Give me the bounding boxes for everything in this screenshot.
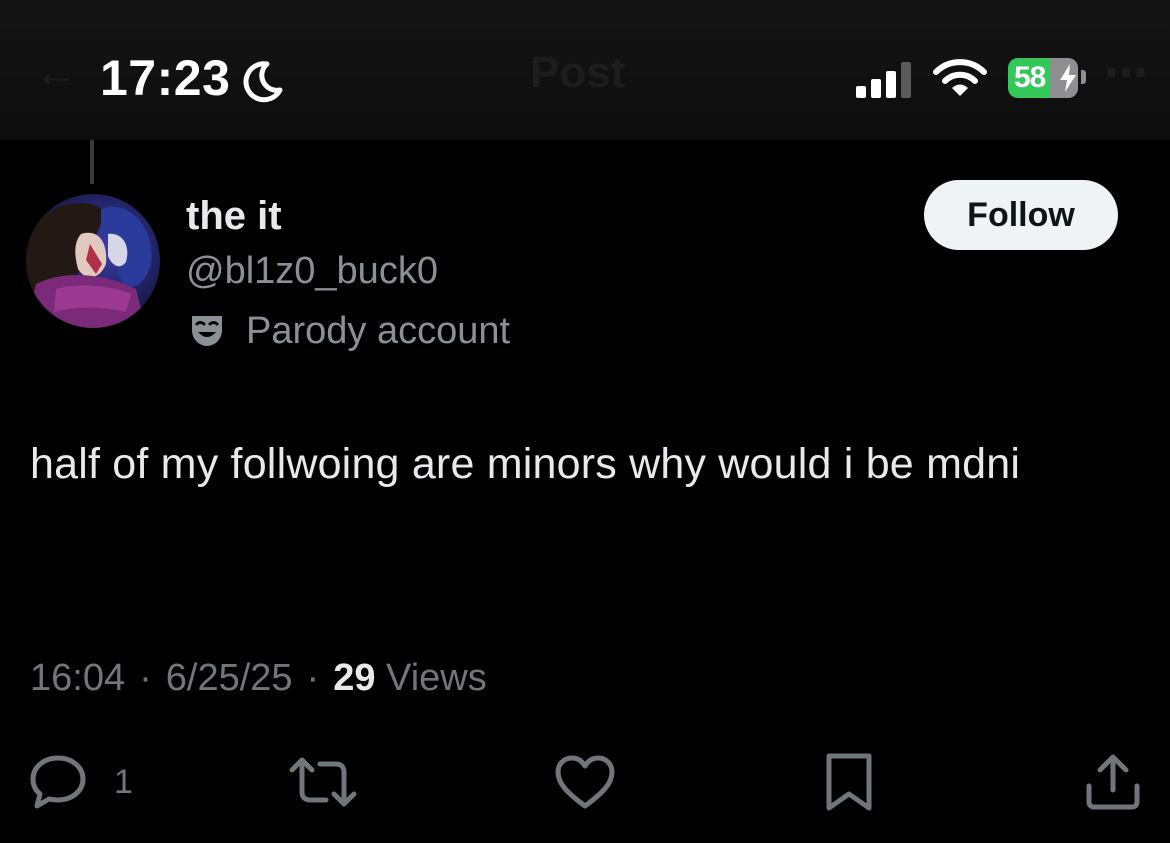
reply-button[interactable]: 1	[28, 752, 138, 812]
reply-icon	[30, 755, 86, 809]
share-icon	[1086, 754, 1140, 810]
meta-separator: ·	[306, 657, 320, 699]
more-options-icon[interactable]: ⋯	[1104, 48, 1148, 99]
theater-mask-icon	[192, 316, 222, 346]
post-meta: 16:04 · 6/25/25 · 29 Views	[30, 652, 487, 704]
share-button[interactable]	[1084, 752, 1142, 812]
like-icon	[555, 755, 615, 809]
repost-button[interactable]	[288, 752, 358, 812]
battery-level: 58	[1014, 61, 1046, 94]
post-detail-screen: ← Post ⋯ 17:23 58 the it @bl1z0_buck0 Pa…	[0, 0, 1170, 843]
nav-title: Post	[530, 48, 626, 97]
post-date: 6/25/25	[165, 657, 293, 699]
moon-icon	[243, 61, 283, 103]
charging-bolt-icon	[1060, 64, 1076, 92]
post-text: half of my follwoing are minors why woul…	[30, 440, 1021, 488]
meta-separator: ·	[139, 657, 152, 699]
status-time: 17:23	[100, 50, 231, 106]
back-arrow-icon[interactable]: ←	[34, 48, 78, 98]
views-count: 29	[333, 657, 376, 699]
like-button[interactable]	[554, 752, 616, 812]
battery-nub	[1081, 70, 1086, 84]
display-name[interactable]: the it	[186, 190, 282, 242]
bookmark-button[interactable]	[822, 752, 876, 812]
post-time: 16:04	[30, 657, 126, 699]
wifi-icon	[933, 59, 987, 96]
parody-label-text: Parody account	[246, 310, 511, 352]
header-bar: ← Post ⋯ 17:23 58	[0, 0, 1170, 140]
avatar[interactable]	[26, 194, 160, 328]
repost-icon	[289, 757, 357, 807]
signal-icon	[856, 60, 914, 98]
reply-count: 1	[114, 763, 133, 801]
bookmark-icon	[826, 753, 872, 811]
battery-icon: 58	[1008, 58, 1078, 98]
follow-button[interactable]: Follow	[924, 180, 1118, 250]
views-label: Views	[386, 657, 487, 699]
thread-connector-line	[90, 140, 94, 184]
user-handle[interactable]: @bl1z0_buck0	[186, 246, 438, 296]
